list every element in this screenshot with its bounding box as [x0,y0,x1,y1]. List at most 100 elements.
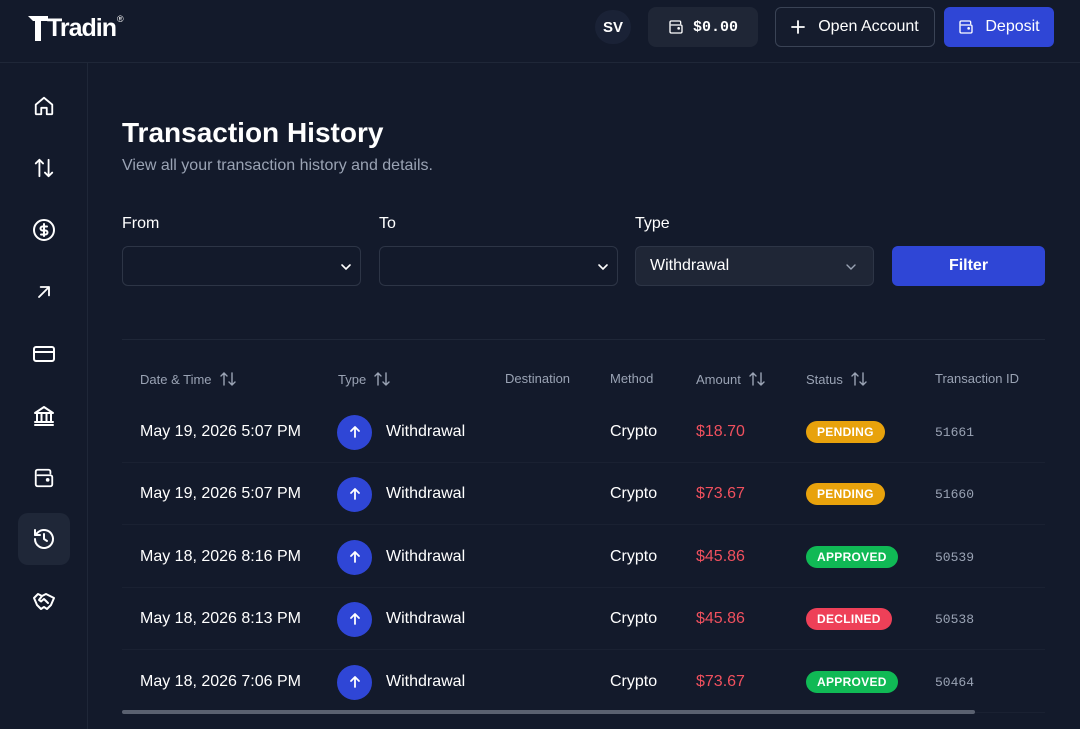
cell-datetime: May 18, 2026 8:13 PM [140,588,301,650]
sidebar-item-send[interactable] [18,266,70,318]
cell-datetime: May 18, 2026 8:16 PM [140,526,301,588]
card-icon [33,346,55,362]
sidebar-item-bank[interactable] [18,390,70,442]
page-title: Transaction History [122,117,384,148]
column-header-destination: Destination [505,371,570,386]
cell-method: Crypto [610,401,657,463]
cell-amount: $45.86 [696,588,745,650]
sidebar [0,63,88,729]
datetime-text: May 18, 2026 8:16 PM [140,548,301,565]
wallet-icon [959,20,974,34]
column-header-method-label: Method [610,371,654,386]
type-text: Withdrawal [386,673,466,690]
cell-datetime: May 18, 2026 7:06 PM [140,651,301,713]
brand-name: Tradin [47,13,117,42]
datetime-text: May 19, 2026 5:07 PM [140,485,301,502]
column-header-status[interactable]: Status [806,371,867,387]
method-text: Crypto [610,548,658,565]
from-select[interactable] [122,246,361,286]
brand-reg-mark: ® [117,14,124,24]
cell-method: Crypto [610,526,657,588]
method-text: Crypto [610,485,658,502]
transaction-id-text: 50539 [935,549,975,565]
sidebar-item-home[interactable] [18,80,70,132]
status-badge: PENDING [806,421,885,443]
table-row[interactable]: May 18, 2026 7:06 PM Withdrawal Crypto $… [122,651,1045,713]
transaction-id-text: 51660 [935,486,975,502]
column-header-status-label: Status [806,371,843,387]
column-header-type-label: Type [338,371,367,387]
cell-status: PENDING [806,401,885,463]
sidebar-item-transfer[interactable] [18,142,70,194]
sidebar-item-partners[interactable] [18,575,70,627]
dollar-icon [33,219,55,241]
brand-logo[interactable]: Tradin ® [27,12,124,44]
user-avatar[interactable]: SV [595,10,631,44]
table-row[interactable]: May 19, 2026 5:07 PM Withdrawal Crypto $… [122,401,1045,463]
transaction-id-text: 50538 [935,611,975,627]
column-header-amount-label: Amount [696,371,741,387]
open-account-button[interactable]: Open Account [775,7,935,47]
sort-icon [851,372,867,386]
sort-icon [749,372,765,386]
type-text: Withdrawal [386,548,466,565]
cell-status: DECLINED [806,588,892,650]
cell-type: Withdrawal [337,401,465,463]
column-header-amount[interactable]: Amount [696,371,765,387]
deposit-label: Deposit [985,18,1040,35]
chevron-down-icon [341,264,351,271]
history-icon [34,529,54,549]
from-label: From [122,215,160,232]
column-header-method: Method [610,371,653,386]
method-text: Crypto [610,673,658,690]
column-header-type[interactable]: Type [338,371,390,387]
sidebar-item-cards[interactable] [18,328,70,380]
plus-icon [791,20,806,34]
table-row[interactable]: May 18, 2026 8:13 PM Withdrawal Crypto $… [122,588,1045,650]
transaction-id-text: 50464 [935,674,975,690]
amount-text: $18.70 [696,423,745,440]
handshake-icon [33,593,55,610]
cell-txid: 50539 [935,526,974,588]
chevron-down-icon [598,264,608,271]
cell-method: Crypto [610,463,657,525]
cell-type: Withdrawal [337,463,465,525]
page-subtitle: View all your transaction history and de… [122,157,433,174]
type-text: Withdrawal [386,610,466,627]
withdrawal-arrow-icon [337,601,372,637]
balance-value: $0.00 [692,18,738,36]
type-select[interactable]: Withdrawal [635,246,874,286]
wallet-icon [669,20,683,34]
table-row[interactable]: May 19, 2026 5:07 PM Withdrawal Crypto $… [122,463,1045,525]
deposit-button[interactable]: Deposit [944,7,1054,47]
type-text: Withdrawal [386,423,466,440]
sort-icon [219,372,236,386]
column-header-datetime[interactable]: Date & Time [140,371,236,387]
arrow-up-right-icon [38,286,50,298]
wallet-icon [34,468,54,488]
withdrawal-arrow-icon [337,414,372,450]
status-badge: APPROVED [806,546,898,568]
bank-icon [34,406,54,426]
sidebar-item-dollar[interactable] [18,204,70,256]
chevron-down-icon [846,264,856,270]
amount-text: $45.86 [696,610,745,627]
balance-display[interactable]: $0.00 [648,7,758,47]
column-header-destination-label: Destination [505,371,571,386]
column-header-datetime-label: Date & Time [140,371,212,387]
horizontal-scrollbar[interactable] [122,710,975,714]
cell-amount: $73.67 [696,651,745,713]
home-icon [34,96,54,116]
cell-datetime: May 19, 2026 5:07 PM [140,463,301,525]
cell-amount: $73.67 [696,463,745,525]
filter-button[interactable]: Filter [892,246,1045,286]
sidebar-item-history[interactable] [18,513,70,565]
cell-amount: $18.70 [696,401,745,463]
table-row[interactable]: May 18, 2026 8:16 PM Withdrawal Crypto $… [122,526,1045,588]
column-header-txid: Transaction ID [935,371,1019,386]
sidebar-item-wallet[interactable] [18,452,70,504]
cell-datetime: May 19, 2026 5:07 PM [140,401,301,463]
to-select[interactable] [379,246,618,286]
divider [122,339,1045,340]
datetime-text: May 18, 2026 7:06 PM [140,673,301,690]
